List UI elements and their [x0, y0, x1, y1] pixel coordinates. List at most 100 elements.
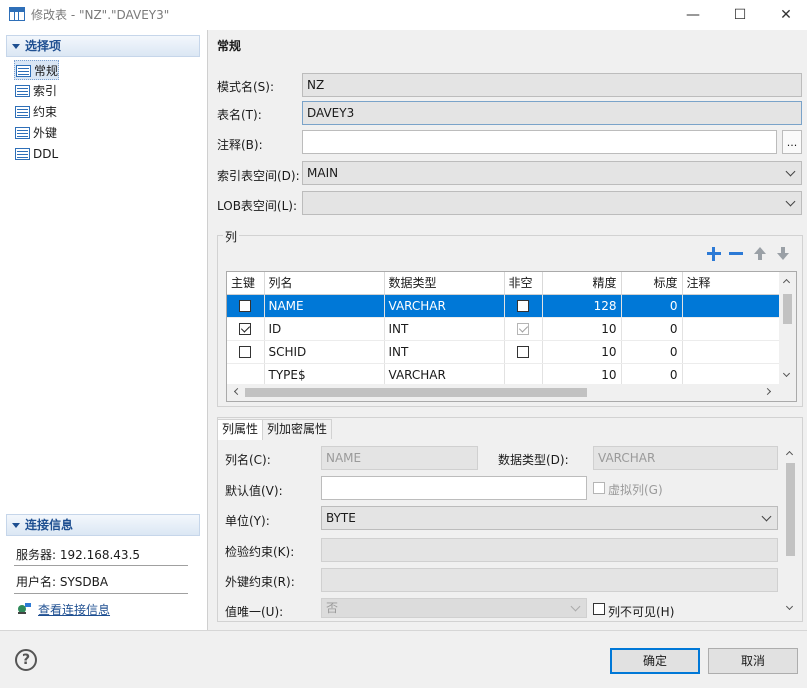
scroll-down-icon[interactable] [783, 370, 791, 378]
default-value-input[interactable] [321, 476, 587, 500]
type-cell[interactable]: INT [384, 340, 505, 364]
type-cell[interactable]: VARCHAR [384, 363, 505, 387]
table-vertical-scrollbar[interactable] [779, 272, 796, 385]
comment-cell[interactable] [682, 294, 783, 318]
help-icon[interactable]: ? [15, 649, 37, 671]
header-pk[interactable]: 主键 [227, 272, 265, 295]
scroll-up-icon[interactable] [786, 449, 794, 457]
tab-column-encryption[interactable]: 列加密属性 [262, 419, 333, 439]
notnull-cell[interactable] [504, 363, 543, 387]
sidebar-item-label: 约束 [33, 105, 58, 119]
notnull-cell[interactable] [504, 294, 543, 318]
pk-cell[interactable] [227, 363, 265, 387]
sidebar-item-foreign-key[interactable]: 外键 [14, 123, 57, 143]
precision-cell[interactable]: 10 [542, 363, 622, 387]
properties-vertical-scrollbar[interactable] [782, 445, 799, 619]
user-info: 用户名: SYSDBA [16, 575, 109, 589]
header-comment[interactable]: 注释 [682, 272, 783, 295]
name-cell[interactable]: SCHID [264, 340, 385, 364]
ok-button[interactable]: 确定 [610, 648, 700, 674]
remove-column-icon[interactable] [727, 245, 745, 263]
table-row[interactable]: TYPE$ VARCHAR 10 0 [227, 363, 783, 387]
maximize-button[interactable]: ☐ [717, 0, 763, 30]
pk-cell[interactable] [227, 294, 265, 318]
tab-column-properties[interactable]: 列属性 [217, 419, 264, 440]
invisible-column-checkbox[interactable] [593, 603, 605, 615]
index-tablespace-value: MAIN [307, 166, 339, 180]
scroll-down-icon[interactable] [786, 603, 794, 611]
name-cell[interactable]: TYPE$ [264, 363, 385, 387]
comment-ellipsis-button[interactable]: ... [782, 130, 802, 154]
collapse-triangle-icon [12, 523, 20, 528]
scroll-thumb[interactable] [783, 294, 792, 324]
sidebar-item-label: 常规 [34, 64, 59, 78]
scale-cell[interactable]: 0 [621, 294, 683, 318]
notnull-checkbox [517, 323, 529, 335]
sidebar-item-ddl[interactable]: DDL [14, 144, 58, 164]
pk-checkbox[interactable] [239, 346, 252, 358]
name-cell[interactable]: NAME [264, 294, 385, 318]
chevron-down-icon [570, 601, 582, 613]
columns-group-title: 列 [223, 228, 240, 245]
data-type-field: VARCHAR [593, 446, 778, 470]
scroll-left-icon[interactable] [232, 388, 240, 396]
type-cell[interactable]: INT [384, 317, 505, 341]
notnull-checkbox[interactable] [517, 300, 529, 312]
type-cell[interactable]: VARCHAR [384, 294, 505, 318]
move-up-icon[interactable] [751, 245, 769, 263]
add-column-icon[interactable] [705, 245, 723, 263]
cancel-button[interactable]: 取消 [708, 648, 798, 674]
header-precision[interactable]: 精度 [542, 272, 622, 295]
move-down-icon[interactable] [774, 245, 792, 263]
scroll-thumb[interactable] [786, 463, 795, 556]
chevron-down-icon [785, 196, 797, 208]
sidebar-item-general[interactable]: 常规 [14, 60, 60, 80]
fk-constraint-label: 外键约束(R): [225, 575, 295, 589]
lob-tablespace-select[interactable] [302, 191, 802, 215]
comment-cell[interactable] [682, 363, 783, 387]
header-data-type[interactable]: 数据类型 [384, 272, 505, 295]
close-button[interactable]: ✕ [763, 0, 807, 30]
header-not-null[interactable]: 非空 [504, 272, 543, 295]
scale-cell[interactable]: 0 [621, 363, 683, 387]
comment-input[interactable] [302, 130, 777, 154]
pk-cell[interactable] [227, 340, 265, 364]
comment-cell[interactable] [682, 340, 783, 364]
precision-cell[interactable]: 10 [542, 317, 622, 341]
scroll-up-icon[interactable] [783, 277, 791, 285]
unit-select[interactable]: BYTE [321, 506, 778, 530]
scale-cell[interactable]: 0 [621, 340, 683, 364]
index-tablespace-select[interactable]: MAIN [302, 161, 802, 185]
precision-cell[interactable]: 128 [542, 294, 622, 318]
table-name-field[interactable]: DAVEY3 [302, 101, 802, 125]
header-scale[interactable]: 标度 [621, 272, 683, 295]
scroll-thumb[interactable] [245, 388, 587, 397]
precision-cell[interactable]: 10 [542, 340, 622, 364]
table-row[interactable]: ID INT 10 0 [227, 317, 783, 341]
sidebar-item-constraint[interactable]: 约束 [14, 102, 57, 122]
header-column-name[interactable]: 列名 [264, 272, 385, 295]
pk-checkbox[interactable] [239, 323, 252, 335]
unit-value: BYTE [326, 511, 356, 525]
scroll-right-icon[interactable] [764, 388, 772, 396]
notnull-checkbox[interactable] [517, 346, 529, 358]
pk-checkbox[interactable] [239, 300, 252, 312]
notnull-cell[interactable] [504, 340, 543, 364]
comment-cell[interactable] [682, 317, 783, 341]
select-items-header[interactable]: 选择项 [6, 35, 200, 57]
invisible-column-label: 列不可见(H) [608, 605, 675, 619]
table-name-label: 表名(T): [217, 108, 262, 122]
table-row[interactable]: NAME VARCHAR 128 0 [227, 294, 783, 318]
scale-cell[interactable]: 0 [621, 317, 683, 341]
view-connection-info-link[interactable]: 查看连接信息 [38, 601, 110, 618]
sidebar-item-index[interactable]: 索引 [14, 81, 57, 101]
table-horizontal-scrollbar[interactable] [227, 384, 796, 401]
name-cell[interactable]: ID [264, 317, 385, 341]
data-type-label: 数据类型(D): [498, 453, 569, 467]
table-row[interactable]: SCHID INT 10 0 [227, 340, 783, 364]
pk-cell[interactable] [227, 317, 265, 341]
minimize-button[interactable]: — [670, 0, 716, 30]
connection-info-header[interactable]: 连接信息 [6, 514, 200, 536]
page-icon [15, 148, 30, 160]
sidebar-item-label: 索引 [33, 84, 58, 98]
